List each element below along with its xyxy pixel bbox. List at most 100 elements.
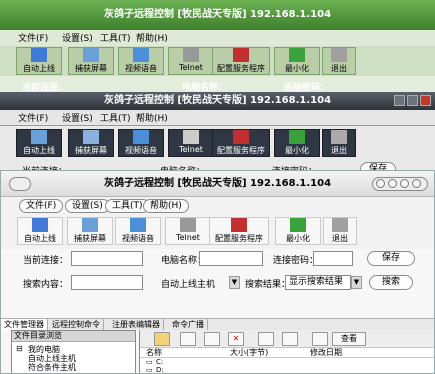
config-icon [231, 218, 247, 232]
menu-bar-dark: 文件(F) 设置(S) 工具(T) 帮助(H) [0, 110, 435, 126]
file-toolbar: ✕ 查看 [140, 330, 434, 348]
menu-settings-dark[interactable]: 设置(S) [62, 111, 93, 124]
file-list-header: 名称 大小(字节) 修改日期 [140, 348, 434, 358]
window-dark-skin: 灰鸽子远程控制 [牧民战天专版] 192.168.1.104 文件(F) 设置(… [0, 92, 435, 182]
close-window-icon[interactable] [420, 95, 431, 106]
minimize-icon [290, 218, 306, 232]
maximize-window-icon[interactable] [407, 95, 418, 106]
paste-icon[interactable] [204, 332, 220, 346]
view-button[interactable]: 查看 [332, 332, 366, 346]
folder-icon[interactable] [154, 332, 170, 346]
list-item[interactable]: ▭ C: [140, 358, 434, 366]
search-content-input[interactable] [71, 275, 143, 290]
menu-tools[interactable]: 工具(T) [100, 31, 131, 44]
video-icon [133, 130, 149, 144]
tool-config-server-dark[interactable]: 配置服务程序 [212, 129, 270, 157]
tool-video-audio-dark[interactable]: 视频语音 [118, 129, 164, 157]
menu-help-dark[interactable]: 帮助(H) [136, 111, 168, 124]
menu-settings[interactable]: 设置(S) [62, 31, 93, 44]
search-result-select[interactable]: 显示搜索结果 [285, 275, 351, 290]
tree-expand-icon[interactable]: ⊟ [16, 344, 23, 353]
search-content-label: 搜索内容： [23, 280, 69, 290]
tool-exit-main[interactable]: 退出 [323, 217, 357, 245]
column-modified[interactable]: 修改日期 [310, 348, 342, 357]
file-tree-panel: 文件目录浏览 ⊟ 我的电脑 自动上线主机 符合条件主机 [11, 330, 136, 373]
window-title-main: 灰鸽子远程控制 [牧民战天专版] 192.168.1.104 [1, 171, 434, 197]
column-name[interactable]: 名称 [146, 348, 162, 357]
file-list-panel: ✕ 查看 名称 大小(字节) 修改日期 ▭ C: ▭ D: [139, 330, 434, 374]
tool-minimize-main[interactable]: 最小化 [275, 217, 321, 245]
tool-capture-screen[interactable]: 捕获屏幕 [68, 47, 114, 75]
tool-config-server[interactable]: 配置服务程序 [212, 47, 270, 75]
minimize-window-icon[interactable] [394, 95, 405, 106]
tree-node-matching-hosts[interactable]: 符合条件主机 [28, 362, 76, 373]
delete-icon[interactable]: ✕ [228, 332, 244, 346]
current-connection-field[interactable] [71, 251, 143, 266]
tool-capture-screen-main[interactable]: 捕获屏幕 [67, 217, 113, 245]
config-icon [233, 48, 249, 62]
tool-auto-online-dark[interactable]: 自动上线 [16, 129, 62, 157]
tool-video-audio[interactable]: 视频语音 [118, 47, 164, 75]
exit-icon [331, 130, 347, 144]
upload-icon[interactable] [258, 332, 274, 346]
minimize-icon [289, 130, 305, 144]
toolbar: 自动上线 捕获屏幕 视频语音 Telnet 配置服务程序 最小化 退出 [0, 46, 435, 76]
list-item[interactable]: ▭ D: [140, 366, 434, 374]
menu-file[interactable]: 文件(F) [18, 31, 48, 44]
menu-settings-main[interactable]: 设置(S) [65, 199, 110, 213]
menu-help-main[interactable]: 帮助(H) [143, 199, 189, 213]
terminal-icon [183, 130, 199, 144]
window-title-dark: 灰鸽子远程控制 [牧民战天专版] 192.168.1.104 [0, 92, 435, 110]
close-window-icon[interactable] [412, 179, 421, 188]
chevron-down-icon[interactable]: ▼ [229, 276, 240, 289]
window-main: 灰鸽子远程控制 [牧民战天专版] 192.168.1.104 文件(F) 设置(… [0, 170, 435, 374]
system-menu-button[interactable] [9, 177, 31, 191]
camera-icon [83, 48, 99, 62]
tool-auto-online[interactable]: 自动上线 [16, 47, 62, 75]
window-title: 灰鸽子远程控制 [牧民战天专版] 192.168.1.104 [0, 0, 435, 30]
tool-exit-dark[interactable]: 退出 [322, 129, 356, 157]
refresh-icon[interactable] [312, 332, 328, 346]
search-button[interactable]: 搜索 [369, 275, 413, 290]
copy-icon[interactable] [180, 332, 196, 346]
video-icon [133, 48, 149, 62]
computer-name-field[interactable] [199, 251, 263, 266]
drive-icon: ▭ [146, 366, 153, 374]
tool-telnet-main[interactable]: Telnet [165, 217, 211, 245]
tool-config-server-main[interactable]: 配置服务程序 [209, 217, 269, 245]
file-tree-header: 文件目录浏览 [12, 331, 135, 342]
tool-auto-online-main[interactable]: 自动上线 [17, 217, 63, 245]
camera-icon [83, 130, 99, 144]
menu-file-dark[interactable]: 文件(F) [18, 111, 48, 124]
toolbar-main: 自动上线 捕获屏幕 视频语音 Telnet 配置服务程序 最小化 退出 [1, 215, 434, 249]
tool-minimize-dark[interactable]: 最小化 [274, 129, 320, 157]
restore-window-icon[interactable] [400, 179, 409, 188]
menu-tools-dark[interactable]: 工具(T) [100, 111, 131, 124]
menu-bar-main: 文件(F) 设置(S) 工具(T) 帮助(H) [1, 197, 434, 215]
menu-help[interactable]: 帮助(H) [136, 31, 168, 44]
tool-video-audio-main[interactable]: 视频语音 [115, 217, 161, 245]
tool-telnet[interactable]: Telnet [168, 47, 214, 75]
tool-minimize[interactable]: 最小化 [274, 47, 320, 75]
maximize-window-icon[interactable] [388, 179, 397, 188]
toolbar-dark: 自动上线 捕获屏幕 视频语音 Telnet 配置服务程序 最小化 退出 [0, 126, 435, 160]
config-icon [233, 130, 249, 144]
menu-bar: 文件(F) 设置(S) 工具(T) 帮助(H) [0, 30, 435, 46]
tool-capture-screen-dark[interactable]: 捕获屏幕 [68, 129, 114, 157]
search-row: 搜索内容： 自动上线主机 ▼ 搜索结果： 显示搜索结果 ▼ 搜索 [1, 273, 434, 293]
online-icon [31, 48, 47, 62]
download-icon[interactable] [282, 332, 298, 346]
host-group-select[interactable]: 自动上线主机 [161, 277, 215, 290]
minimize-window-icon[interactable] [376, 179, 385, 188]
tool-exit[interactable]: 退出 [322, 47, 356, 75]
column-size[interactable]: 大小(字节) [230, 348, 268, 357]
window-controls-main [372, 177, 428, 191]
menu-file-main[interactable]: 文件(F) [19, 199, 64, 213]
save-button[interactable]: 保存 [367, 251, 415, 266]
tool-telnet-dark[interactable]: Telnet [168, 129, 214, 157]
password-field[interactable] [313, 251, 353, 266]
drive-icon: ▭ [146, 358, 153, 366]
chevron-down-icon[interactable]: ▼ [351, 276, 362, 289]
camera-icon [82, 218, 98, 232]
online-icon [31, 130, 47, 144]
